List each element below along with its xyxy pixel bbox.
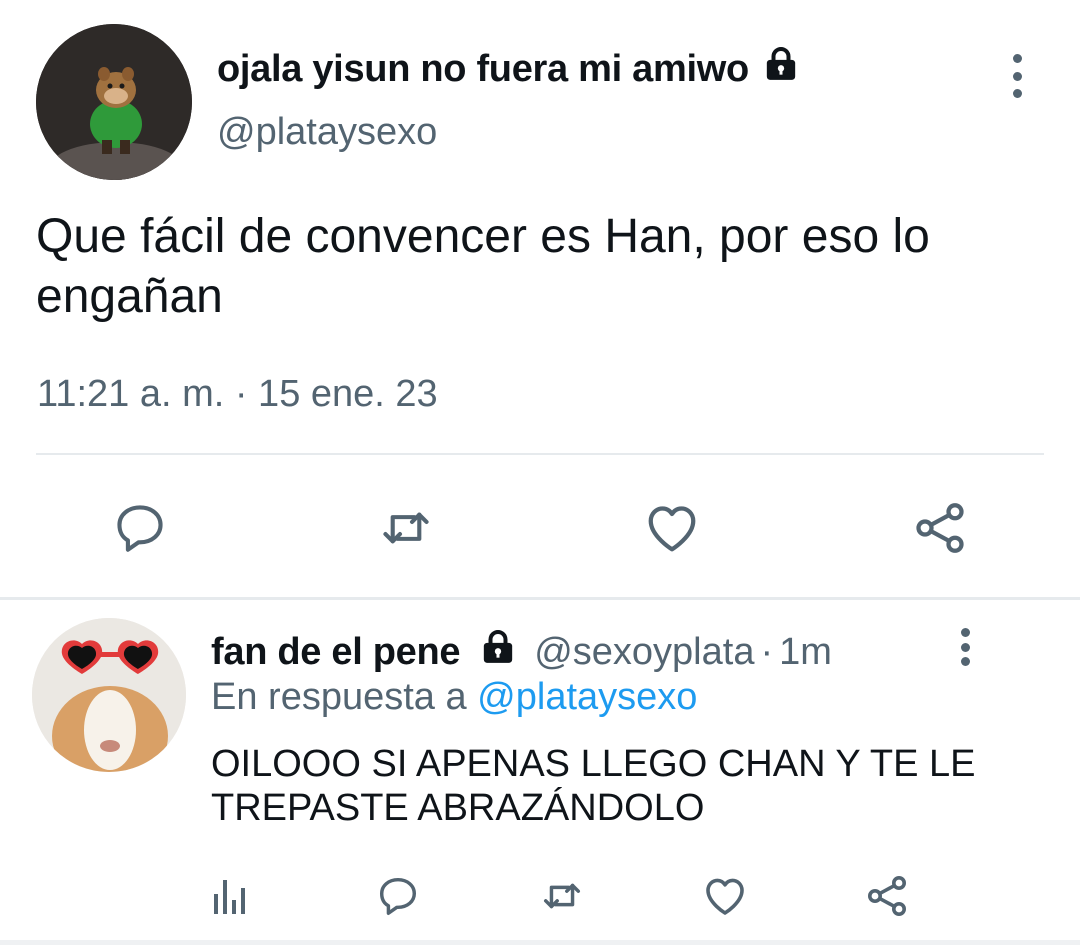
more-dot — [1012, 71, 1022, 81]
more-options-icon[interactable] — [1004, 54, 1030, 98]
replying-to-line: En respuesta a @plataysexo — [211, 676, 697, 719]
main-tweet-timestamp[interactable]: 11:21 a. m. · 15 ene. 23 — [37, 373, 438, 416]
like-icon[interactable] — [700, 872, 750, 920]
retweet-icon[interactable] — [372, 496, 440, 560]
share-icon[interactable] — [908, 496, 972, 560]
reply-icon[interactable] — [108, 496, 172, 560]
divider — [0, 597, 1080, 600]
more-dot — [1012, 89, 1022, 98]
lock-icon — [761, 44, 801, 94]
reply-icon[interactable] — [374, 872, 422, 920]
more-options-icon[interactable] — [956, 628, 974, 666]
separator-dot: · — [760, 630, 774, 673]
reply-tweet-time[interactable]: 1m — [779, 631, 832, 674]
main-tweet-display-name[interactable]: ojala yisun no fuera mi amiwo — [217, 48, 749, 91]
main-tweet-avatar[interactable] — [36, 24, 192, 180]
reply-tweet-header: fan de el pene @sexoyplata · 1m — [211, 627, 832, 677]
analytics-icon[interactable] — [212, 874, 246, 918]
lock-icon — [478, 627, 518, 677]
main-tweet-text: Que fácil de convencer es Han, por eso l… — [36, 210, 930, 323]
reply-tweet-text: OILOOO SI APENAS LLEGO CHAN Y TE LE TREP… — [211, 743, 976, 829]
replying-to-label: En respuesta a — [211, 676, 467, 718]
more-dot — [1012, 54, 1022, 63]
reply-tweet-display-name[interactable]: fan de el pene — [211, 631, 461, 674]
more-dot — [960, 628, 970, 637]
divider — [36, 453, 1044, 455]
reply-tweet-avatar[interactable] — [32, 618, 186, 772]
more-dot — [960, 642, 970, 652]
guinea-pig-avatar-image — [32, 618, 186, 772]
replying-to-mention[interactable]: @plataysexo — [477, 676, 697, 718]
like-icon[interactable] — [640, 496, 704, 560]
chipmunk-avatar-image — [36, 24, 192, 180]
main-tweet-display-name-row[interactable]: ojala yisun no fuera mi amiwo — [217, 44, 801, 94]
main-tweet-handle[interactable]: @plataysexo — [217, 111, 437, 154]
divider — [0, 940, 1080, 945]
share-icon[interactable] — [862, 872, 912, 920]
reply-tweet-handle[interactable]: @sexoyplata — [534, 631, 754, 674]
retweet-icon[interactable] — [536, 872, 588, 920]
more-dot — [960, 657, 970, 666]
